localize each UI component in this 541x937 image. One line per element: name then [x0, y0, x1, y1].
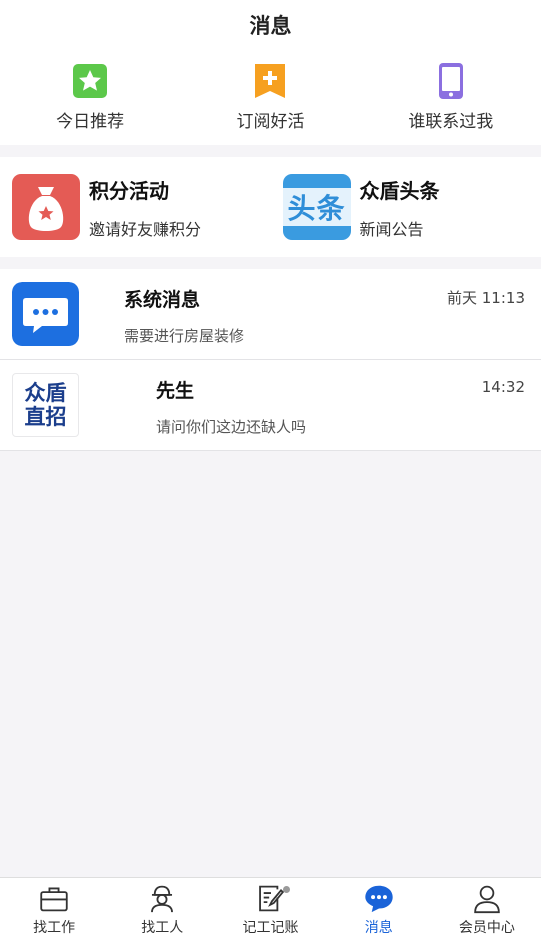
list-item[interactable]: 系统消息 需要进行房屋装修 前天 11:13	[0, 269, 541, 360]
bookmark-plus-icon	[255, 64, 286, 98]
top-header: 消息	[0, 0, 541, 50]
logo-text-line1: 众盾	[24, 380, 67, 405]
worker-icon	[151, 885, 174, 913]
list-item[interactable]: 众盾 直招 先生 请问你们这边还缺人吗 14:32	[0, 360, 541, 451]
user-icon	[474, 885, 500, 914]
star-icon	[73, 64, 108, 98]
card-headlines[interactable]: 头条 众盾头条 新闻公告	[271, 157, 541, 257]
headline-icon: 头条	[282, 174, 351, 240]
tab-label: 找工作	[33, 920, 76, 936]
chat-bubble-icon	[12, 282, 79, 346]
logo-avatar: 众盾 直招	[12, 373, 79, 437]
card-subtitle: 邀请好友赚积分	[89, 219, 202, 239]
card-points-activity[interactable]: 积分活动 邀请好友赚积分	[0, 157, 271, 257]
message-preview: 需要进行房屋装修	[124, 327, 245, 345]
headline-icon-text: 头条	[287, 192, 346, 225]
message-preview: 请问你们这边还缺人吗	[156, 418, 307, 436]
page-title: 消息	[249, 14, 292, 38]
tab-label: 找工人	[141, 920, 184, 936]
tab-label: 消息	[364, 920, 393, 936]
message-time: 14:32	[481, 378, 525, 396]
card-title: 众盾头条	[359, 178, 440, 203]
quick-link-label: 今日推荐	[56, 112, 125, 132]
quick-link-label: 谁联系过我	[408, 112, 494, 132]
quick-link-subscribe-jobs[interactable]: 订阅好活	[180, 50, 360, 145]
bottom-tab-bar: 找工作 找工人 记工记账 消息 会员中心	[0, 877, 541, 937]
phone-icon	[438, 63, 463, 99]
promo-cards: 积分活动 邀请好友赚积分 头条 众盾头条 新闻公告	[0, 157, 541, 257]
tab-label: 记工记账	[242, 920, 299, 936]
tab-label: 会员中心	[458, 920, 515, 936]
quick-link-today-recommend[interactable]: 今日推荐	[0, 50, 180, 145]
briefcase-icon	[40, 887, 68, 912]
message-list: 系统消息 需要进行房屋装修 前天 11:13 众盾 直招 先生 请问你们这边还缺…	[0, 269, 541, 451]
edit-note-icon	[258, 885, 284, 912]
tab-find-job[interactable]: 找工作	[0, 878, 108, 937]
card-subtitle: 新闻公告	[359, 219, 424, 239]
money-bag-icon	[12, 174, 80, 240]
tab-messages[interactable]: 消息	[325, 878, 433, 937]
message-icon	[365, 885, 393, 913]
message-sender: 先生	[156, 380, 195, 402]
tab-member-center[interactable]: 会员中心	[433, 878, 541, 937]
logo-text-line2: 直招	[24, 404, 67, 429]
notification-dot	[283, 886, 291, 893]
tab-find-worker[interactable]: 找工人	[108, 878, 216, 937]
message-time: 前天 11:13	[447, 289, 525, 307]
quick-link-label: 订阅好活	[236, 112, 305, 132]
tab-work-record[interactable]: 记工记账	[216, 878, 324, 937]
message-sender: 系统消息	[124, 289, 201, 311]
quick-links-bar: 今日推荐 订阅好活 谁联系过我	[0, 50, 541, 145]
card-title: 积分活动	[89, 178, 169, 203]
quick-link-who-contacted-me[interactable]: 谁联系过我	[361, 50, 541, 145]
